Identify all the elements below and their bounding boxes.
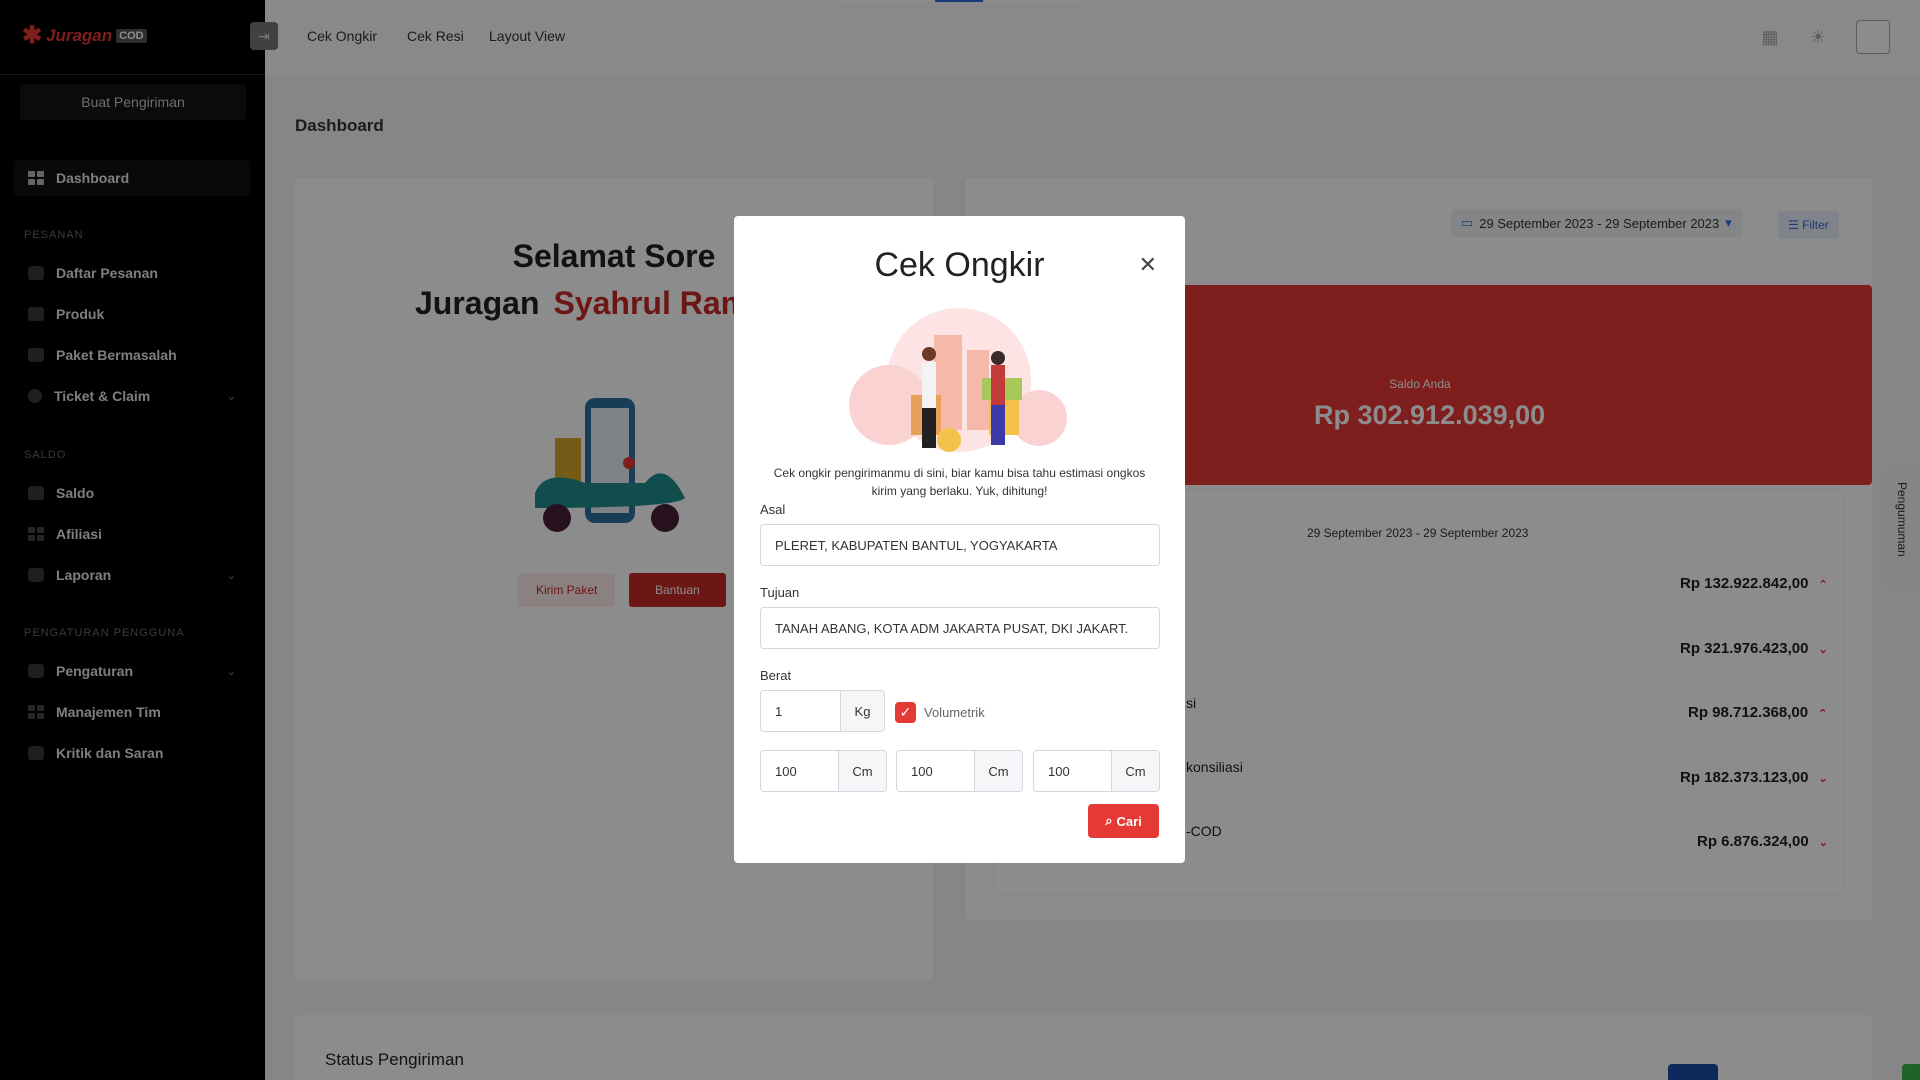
search-icon: ⌕ xyxy=(1105,813,1113,828)
volumetrik-label: Volumetrik xyxy=(924,705,985,720)
berat-label: Berat xyxy=(760,668,792,683)
height-input-group: 100 Cm xyxy=(1033,750,1160,792)
berat-unit: Kg xyxy=(840,691,884,731)
asal-input[interactable]: PLERET, KABUPATEN BANTUL, YOGYAKARTA xyxy=(760,524,1160,566)
berat-input-group: 1 Kg xyxy=(760,690,885,732)
search-button-label: Cari xyxy=(1116,813,1142,829)
width-input-group: 100 Cm xyxy=(896,750,1023,792)
shipping-cost-illustration xyxy=(849,308,1067,452)
berat-input[interactable]: 1 xyxy=(761,691,840,731)
length-input-group: 100 Cm xyxy=(760,750,887,792)
cek-ongkir-modal: Cek Ongkir ✕ Cek ongkir pengirimanmu di … xyxy=(734,216,1185,863)
modal-description: Cek ongkir pengirimanmu di sini, biar ka… xyxy=(773,466,1146,498)
modal-title: Cek Ongkir xyxy=(874,246,1045,284)
height-input[interactable]: 100 xyxy=(1034,751,1111,791)
checkmark-icon: ✓ xyxy=(895,702,916,723)
volumetrik-checkbox[interactable]: ✓ Volumetrik xyxy=(895,702,985,723)
search-button[interactable]: ⌕ Cari xyxy=(1088,804,1159,838)
close-icon[interactable]: ✕ xyxy=(1139,254,1157,276)
height-unit: Cm xyxy=(1111,751,1159,791)
tujuan-input[interactable]: TANAH ABANG, KOTA ADM JAKARTA PUSAT, DKI… xyxy=(760,607,1160,649)
length-unit: Cm xyxy=(838,751,886,791)
tujuan-label: Tujuan xyxy=(760,585,800,600)
width-unit: Cm xyxy=(974,751,1022,791)
width-input[interactable]: 100 xyxy=(897,751,974,791)
asal-label: Asal xyxy=(760,502,786,517)
length-input[interactable]: 100 xyxy=(761,751,838,791)
